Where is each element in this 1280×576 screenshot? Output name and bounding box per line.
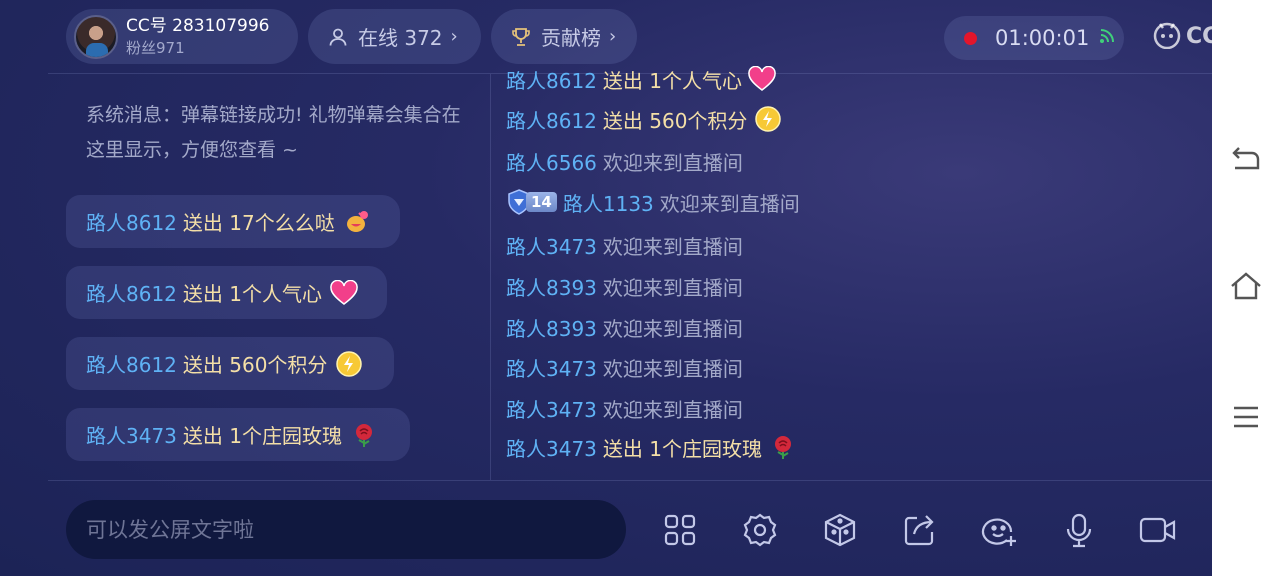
chevron-right-icon: › — [609, 26, 617, 47]
chevron-right-icon: › — [450, 26, 458, 47]
kiss-gift-icon — [343, 208, 371, 236]
feed-row: 路人6566 欢迎来到直播间 — [506, 146, 743, 176]
chat-feed[interactable]: 路人8612 送出 1个人气心 路人8612 送出 560个积分 路人6566 … — [506, 64, 1206, 480]
live-timer: 01:00:01 — [944, 16, 1124, 60]
feed-row: 路人3473 欢迎来到直播间 — [506, 230, 743, 260]
gift-bubble: 路人3473 送出 1个庄园玫瑰 — [66, 408, 410, 461]
feed-user[interactable]: 路人3473 — [506, 353, 597, 382]
feed-text: 欢迎来到直播间 — [602, 316, 743, 341]
gift-bubble: 路人8612 送出 17个么么哒 — [66, 195, 400, 248]
contribution-rank-button[interactable]: 贡献榜 › — [491, 9, 637, 64]
feed-row: 14 路人1133 欢迎来到直播间 — [506, 187, 800, 217]
divider — [490, 74, 491, 480]
logo-text: CC直播 — [1186, 24, 1212, 49]
online-count-button[interactable]: 在线 372 › — [308, 9, 481, 64]
feed-text: 欢迎来到直播间 — [602, 234, 743, 259]
grid-apps-icon[interactable] — [660, 510, 700, 550]
live-room-screen: CC号 283107996 粉丝971 在线 372 › 贡献榜 › 01:00… — [0, 0, 1212, 576]
back-icon[interactable] — [1230, 142, 1262, 174]
avatar[interactable] — [74, 14, 118, 59]
heart-gift-icon — [330, 279, 358, 307]
feed-user[interactable]: 路人6566 — [506, 147, 597, 176]
chat-input[interactable] — [66, 500, 626, 559]
gift-user[interactable]: 路人8612 — [86, 349, 177, 378]
gift-user[interactable]: 路人8612 — [86, 207, 177, 236]
profile-info: CC号 283107996 粉丝971 — [126, 16, 270, 58]
feed-text: 送出 560个积分 — [602, 108, 748, 133]
feed-user[interactable]: 路人3473 — [506, 394, 597, 423]
user-icon — [326, 25, 350, 49]
fans-count: 粉丝971 — [126, 38, 185, 57]
feed-row: 路人8612 送出 1个人气心 — [506, 64, 776, 94]
online-count-label: 在线 372 — [358, 26, 443, 50]
recording-dot-icon — [964, 31, 977, 45]
system-message: 系统消息：弹幕链接成功! 礼物弹幕会集合在这里显示，方便您查看 ~ — [86, 104, 461, 161]
settings-gear-icon[interactable] — [740, 510, 780, 550]
streamer-profile[interactable]: CC号 283107996 粉丝971 — [66, 9, 298, 64]
gift-user[interactable]: 路人3473 — [86, 420, 177, 449]
feed-text: 欢迎来到直播间 — [602, 397, 743, 422]
level-badge: 14 — [506, 189, 557, 215]
timer-text: 01:00:01 — [995, 26, 1090, 50]
gift-bubble: 路人8612 送出 1个人气心 — [66, 266, 387, 319]
gift-box-icon[interactable] — [820, 510, 860, 550]
lightning-coin-icon — [335, 350, 363, 378]
gift-action: 送出 560个积分 — [182, 353, 328, 377]
signal-icon — [1099, 28, 1115, 48]
feed-row: 路人8612 送出 560个积分 — [506, 104, 782, 134]
feed-row: 路人3473 欢迎来到直播间 — [506, 352, 743, 382]
feed-user[interactable]: 路人3473 — [506, 433, 597, 462]
feed-text: 送出 1个庄园玫瑰 — [602, 436, 762, 461]
cc-logo-icon — [1153, 22, 1181, 49]
heart-gift-icon — [748, 66, 776, 92]
feed-row: 路人3473 欢迎来到直播间 — [506, 393, 743, 423]
emoji-add-icon[interactable] — [980, 510, 1020, 550]
microphone-icon[interactable] — [1059, 510, 1099, 550]
lightning-coin-icon — [755, 106, 782, 132]
feed-text: 欢迎来到直播间 — [659, 191, 800, 216]
feed-text: 欢迎来到直播间 — [602, 356, 743, 381]
feed-user[interactable]: 路人8612 — [506, 105, 597, 134]
divider — [48, 480, 1212, 481]
camera-icon[interactable] — [1138, 510, 1178, 550]
feed-row: 路人8393 欢迎来到直播间 — [506, 271, 743, 301]
feed-row: 路人8393 欢迎来到直播间 — [506, 312, 743, 342]
rose-gift-icon — [350, 421, 378, 449]
feed-user[interactable]: 路人1133 — [563, 188, 654, 217]
rose-gift-icon — [770, 434, 796, 460]
share-icon[interactable] — [900, 510, 940, 550]
feed-user[interactable]: 路人8393 — [506, 272, 597, 301]
feed-user[interactable]: 路人8393 — [506, 313, 597, 342]
feed-user[interactable]: 路人8612 — [506, 65, 597, 94]
home-icon[interactable] — [1230, 270, 1262, 302]
gift-action: 送出 1个人气心 — [182, 282, 322, 306]
feed-row: 路人3473 送出 1个庄园玫瑰 — [506, 432, 796, 462]
cc-live-logo: CC直播 — [1152, 18, 1212, 50]
feed-text: 欢迎来到直播间 — [602, 150, 743, 175]
cc-id-text: CC号 283107996 — [126, 15, 270, 36]
feed-text: 欢迎来到直播间 — [602, 275, 743, 300]
trophy-icon — [509, 25, 533, 49]
gift-action: 送出 1个庄园玫瑰 — [182, 424, 342, 448]
gift-bubble: 路人8612 送出 560个积分 — [66, 337, 394, 390]
gift-action: 送出 17个么么哒 — [182, 211, 335, 235]
feed-user[interactable]: 路人3473 — [506, 231, 597, 260]
android-nav-bar — [1212, 0, 1280, 576]
level-number: 14 — [526, 192, 557, 212]
feed-text: 送出 1个人气心 — [602, 68, 742, 93]
menu-icon[interactable] — [1230, 401, 1262, 433]
contribution-rank-label: 贡献榜 — [541, 26, 601, 50]
gift-user[interactable]: 路人8612 — [86, 278, 177, 307]
